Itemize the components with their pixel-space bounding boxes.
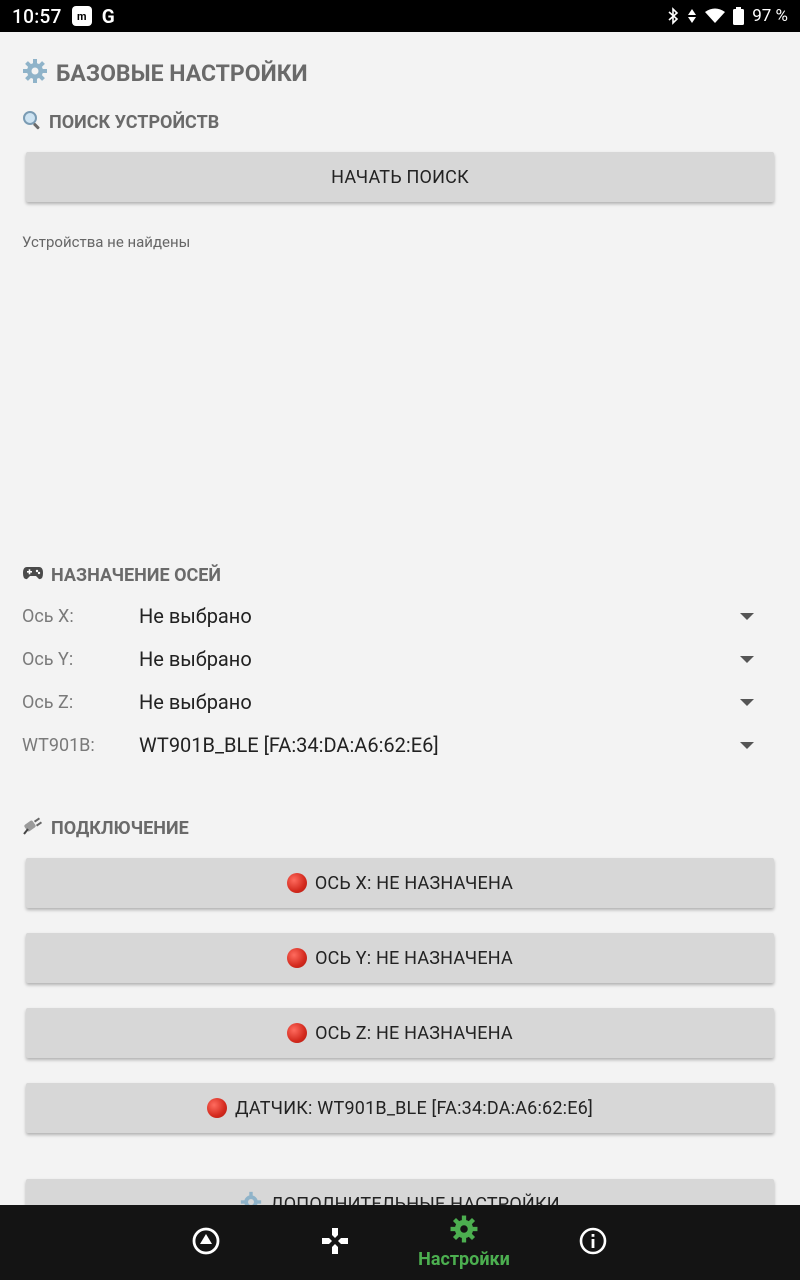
sensor-selector[interactable]: WT901B: WT901B_BLE [FA:34:DA:A6:62:E6] <box>22 725 762 765</box>
connect-axis-z-label: ОСЬ Z: НЕ НАЗНАЧЕНА <box>315 1022 513 1044</box>
battery-icon <box>733 7 745 25</box>
connect-axis-y-label: ОСЬ Y: НЕ НАЗНАЧЕНА <box>315 947 513 969</box>
sensor-label: WT901B: <box>22 734 95 756</box>
connection-heading-text: ПОДКЛЮЧЕНИЕ <box>51 818 189 839</box>
axis-x-value[interactable]: Не выбрано <box>139 604 740 628</box>
nav-item-settings[interactable]: Настройки <box>404 1205 524 1280</box>
axis-y-value[interactable]: Не выбрано <box>139 647 740 671</box>
nav-settings-label: Настройки <box>418 1249 510 1270</box>
axes-section-heading: НАЗНАЧЕНИЕ ОСЕЙ <box>22 564 221 587</box>
status-red-dot-icon <box>207 1098 228 1118</box>
connect-axis-x-label: ОСЬ X: НЕ НАЗНАЧЕНА <box>314 872 514 894</box>
status-time: 10:57 <box>12 4 62 28</box>
gamepad-cross-icon <box>320 1226 350 1260</box>
navigation-arrow-icon <box>191 1226 221 1260</box>
connect-axis-y-button[interactable]: ОСЬ Y: НЕ НАЗНАЧЕНА <box>26 933 774 983</box>
settings-gear-icon <box>450 1215 478 1247</box>
status-red-dot-icon <box>287 948 308 968</box>
chevron-down-icon[interactable] <box>740 612 754 620</box>
status-red-dot-icon <box>287 1023 308 1043</box>
axis-z-label: Ось Z: <box>22 691 74 713</box>
page-title: БАЗОВЫЕ НАСТРОЙКИ <box>22 58 308 88</box>
more-settings-button[interactable]: ДОПОЛНИТЕЛЬНЫЕ НАСТРОЙКИ <box>26 1179 774 1205</box>
no-devices-message: Устройства не найдены <box>22 233 191 251</box>
axis-y-label: Ось Y: <box>22 648 74 670</box>
page-title-text: БАЗОВЫЕ НАСТРОЙКИ <box>56 59 308 87</box>
wifi-icon <box>705 8 726 24</box>
search-section-heading: ПОИСК УСТРОЙСТВ <box>22 110 219 135</box>
status-red-dot-icon <box>286 873 307 893</box>
data-transfer-icon <box>687 7 697 25</box>
google-icon: G <box>101 4 115 28</box>
nav-item-navigation[interactable] <box>176 1205 236 1280</box>
bottom-navigation: Настройки <box>0 1205 800 1280</box>
connect-sensor-label: ДАТЧИК: WT901B_BLE [FA:34:DA:A6:62:E6] <box>235 1097 593 1119</box>
chevron-down-icon[interactable] <box>740 698 754 706</box>
battery-percent: 97 % <box>752 6 788 26</box>
bluetooth-icon <box>667 7 679 25</box>
chevron-down-icon[interactable] <box>740 741 754 749</box>
settings-content[interactable]: БАЗОВЫЕ НАСТРОЙКИ ПОИСК УСТРОЙСТВ НАЧАТЬ… <box>0 32 800 1205</box>
magnifier-icon <box>22 110 42 135</box>
connection-section-heading: ПОДКЛЮЧЕНИЕ <box>22 816 189 841</box>
axis-x-label: Ось X: <box>22 605 74 627</box>
more-settings-label: ДОПОЛНИТЕЛЬНЫЕ НАСТРОЙКИ <box>270 1193 560 1206</box>
plug-icon <box>22 816 44 841</box>
start-search-label: НАЧАТЬ ПОИСК <box>331 166 469 188</box>
search-heading-text: ПОИСК УСТРОЙСТВ <box>49 112 220 133</box>
axis-z-value[interactable]: Не выбрано <box>139 690 740 714</box>
axes-heading-text: НАЗНАЧЕНИЕ ОСЕЙ <box>51 565 221 586</box>
nav-item-info[interactable] <box>563 1205 623 1280</box>
info-icon <box>578 1226 608 1260</box>
sensor-value[interactable]: WT901B_BLE [FA:34:DA:A6:62:E6] <box>139 733 740 757</box>
gear-icon <box>22 58 48 88</box>
axis-z-selector[interactable]: Ось Z: Не выбрано <box>22 682 762 722</box>
axis-y-selector[interactable]: Ось Y: Не выбрано <box>22 639 762 679</box>
connect-axis-x-button[interactable]: ОСЬ X: НЕ НАЗНАЧЕНА <box>26 858 774 908</box>
app-notification-icon: m <box>71 6 92 26</box>
status-bar: 10:57 m G 97 % <box>0 0 800 32</box>
connect-axis-z-button[interactable]: ОСЬ Z: НЕ НАЗНАЧЕНА <box>26 1008 774 1058</box>
chevron-down-icon[interactable] <box>740 655 754 663</box>
start-search-button[interactable]: НАЧАТЬ ПОИСК <box>26 152 774 202</box>
connect-sensor-button[interactable]: ДАТЧИК: WT901B_BLE [FA:34:DA:A6:62:E6] <box>26 1083 774 1133</box>
axis-x-selector[interactable]: Ось X: Не выбрано <box>22 596 762 636</box>
gamepad-icon <box>22 564 44 587</box>
nav-item-gamepad[interactable] <box>305 1205 365 1280</box>
gear-icon <box>240 1191 262 1205</box>
